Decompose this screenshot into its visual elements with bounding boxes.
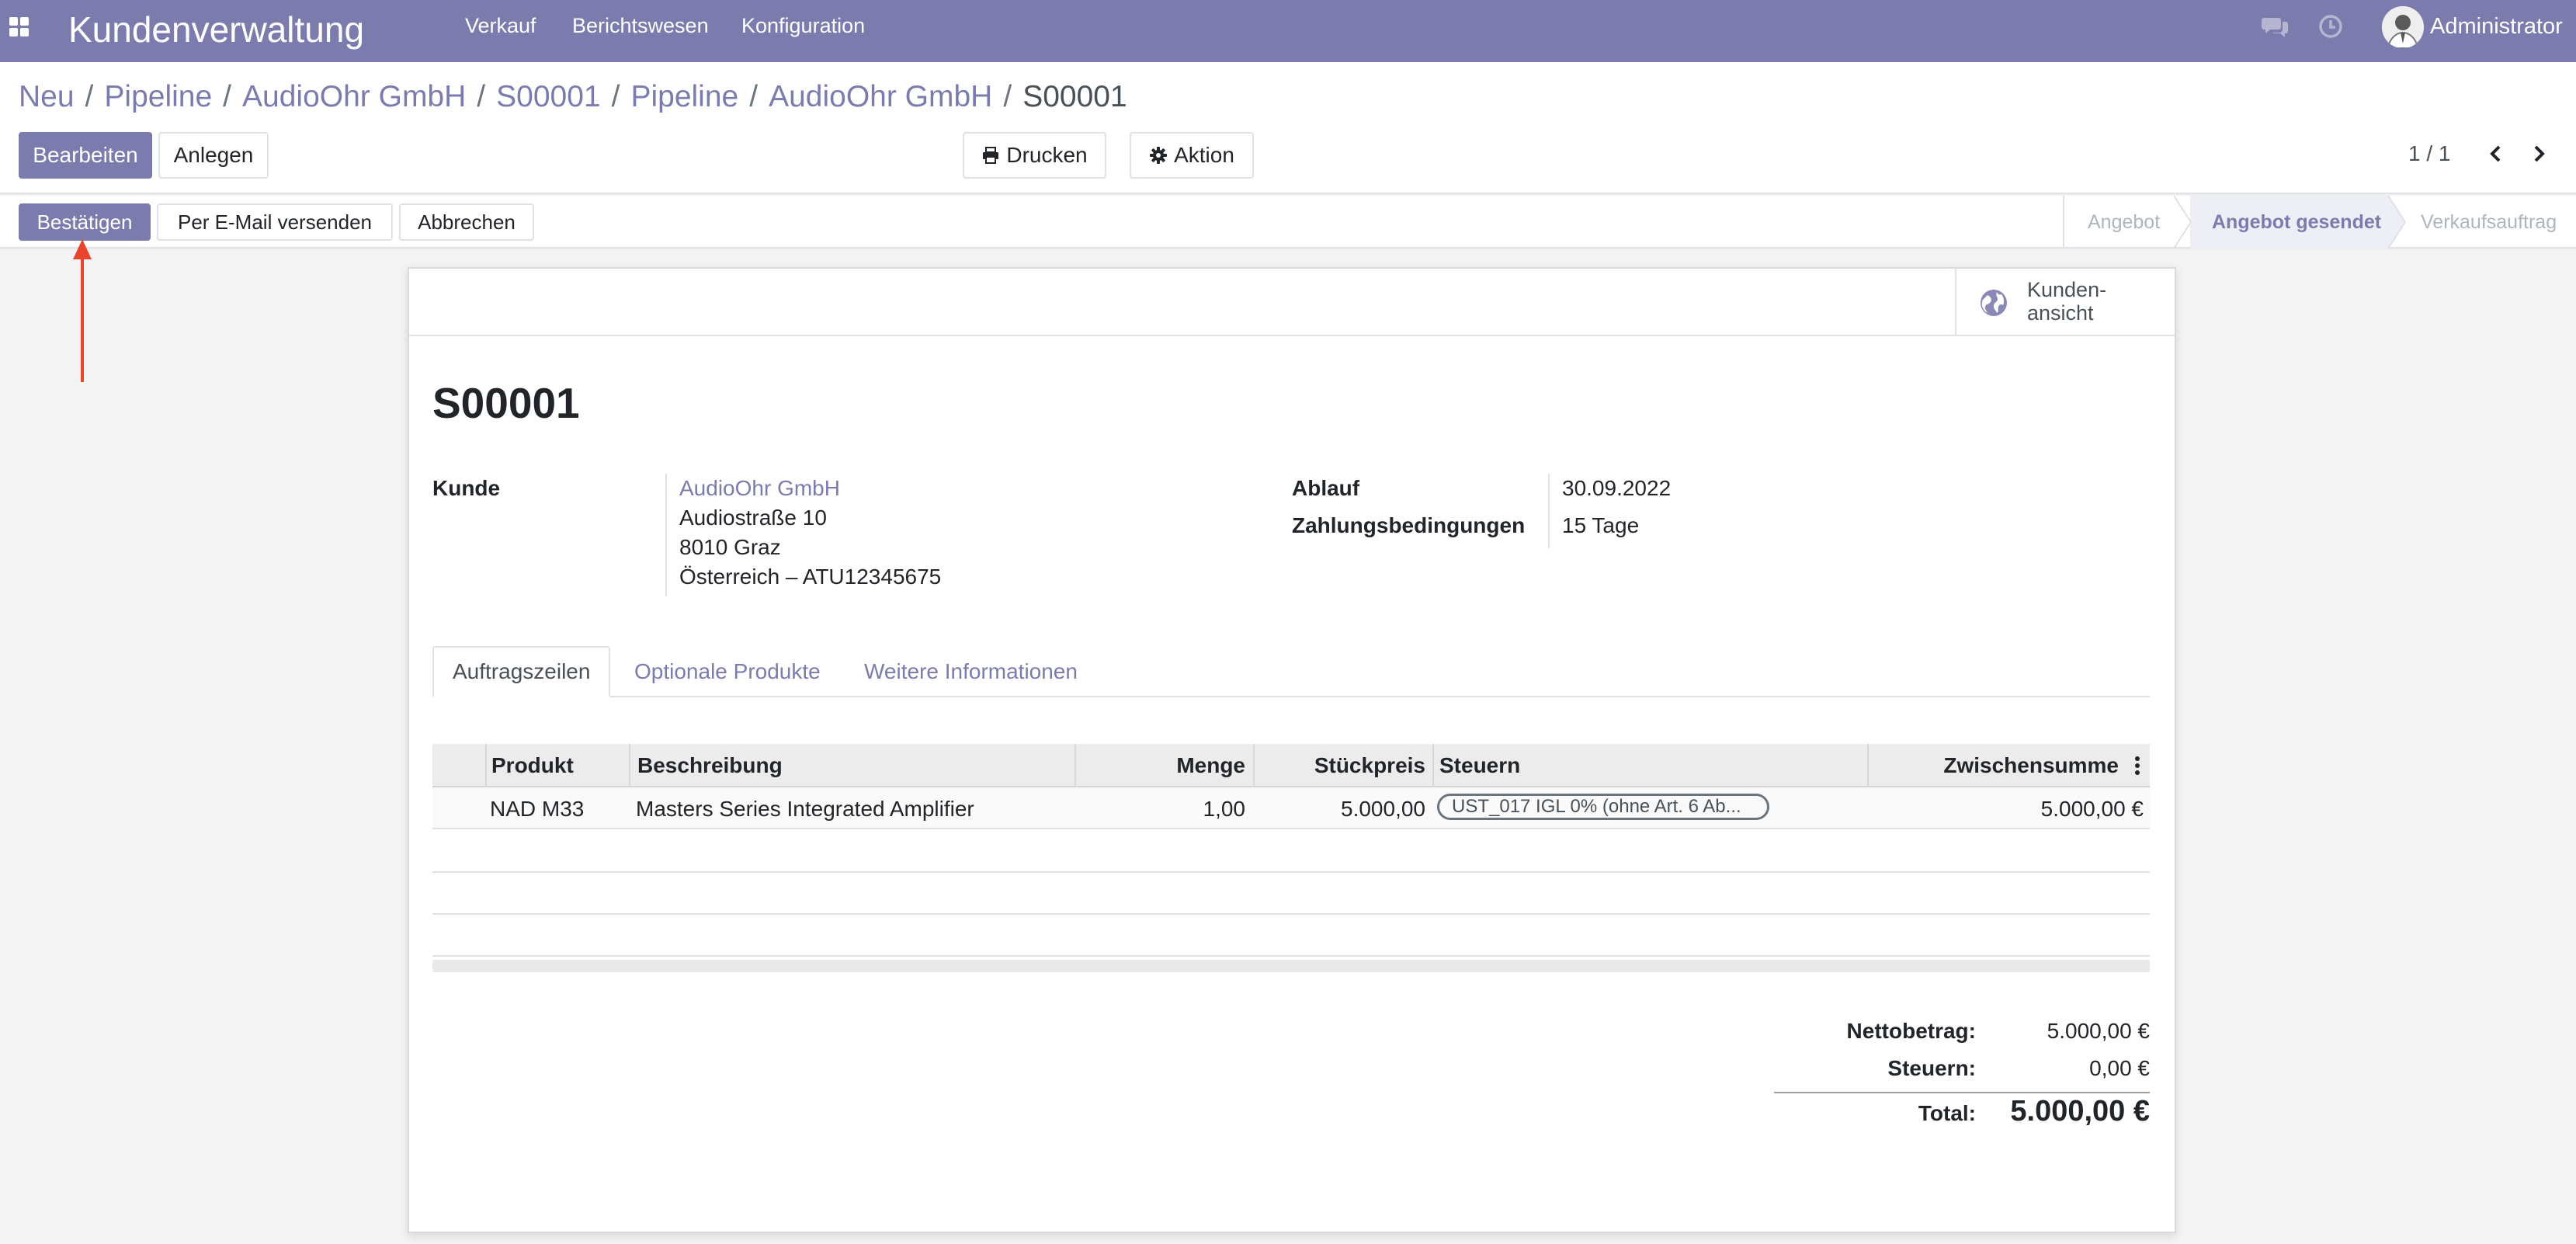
cell-product[interactable]: NAD M33 <box>490 794 584 824</box>
pager-next-icon[interactable] <box>2527 140 2550 168</box>
pager-value[interactable]: 1 / 1 <box>2408 140 2450 168</box>
customer-preview-label[interactable]: Kunden- ansicht <box>2027 278 2144 325</box>
payment-terms-field[interactable]: 15 Tage <box>1562 511 1639 540</box>
edit-button[interactable]: Bearbeiten <box>19 132 152 179</box>
column-separator <box>485 744 487 787</box>
expiry-field[interactable]: 30.09.2022 <box>1562 474 1671 503</box>
stage-chevron-icon <box>2388 196 2407 248</box>
cancel-button[interactable]: Abbrechen <box>399 203 534 241</box>
column-header-quantity[interactable]: Menge <box>1074 751 1245 780</box>
breadcrumb: Neu / Pipeline / AudioOhr GmbH / S00001/Pipeli… <box>19 80 1127 113</box>
confirm-button[interactable]: Bestätigen <box>19 203 151 241</box>
expiry-label: Ablauf <box>1292 476 1360 500</box>
breadcrumb-item[interactable]: AudioOhr GmbH <box>242 80 466 113</box>
column-header-unit-price[interactable]: Stückpreis <box>1253 751 1425 780</box>
table-footer <box>432 960 2150 972</box>
app-title[interactable]: Kundenverwaltung <box>68 6 364 53</box>
stage-chevron-icon <box>2174 196 2192 248</box>
customer-city: 8010 Graz <box>679 535 781 559</box>
cell-subtotal: 5.000,00 € <box>2040 797 2144 821</box>
annotation-arrow-icon <box>71 238 93 382</box>
clock-icon[interactable] <box>2317 12 2345 40</box>
chat-icon[interactable] <box>2262 12 2290 40</box>
customer-name-link[interactable]: AudioOhr GmbH <box>679 474 840 503</box>
breadcrumb-current: S00001 <box>1022 80 1127 113</box>
column-header-subtotal[interactable]: Zwischensumme <box>1867 751 2119 780</box>
payment-terms-label: Zahlungsbedingungen <box>1292 513 1526 537</box>
tab-order-lines[interactable]: Auftragszeilen <box>432 646 611 697</box>
gear-icon <box>1149 146 1168 165</box>
empty-row <box>432 831 2150 873</box>
send-email-button[interactable]: Per E-Mail versenden <box>157 203 393 241</box>
customer-preview-label-line1: Kunden- <box>2027 278 2107 301</box>
print-label: Drucken <box>1006 143 1088 167</box>
breadcrumb-item[interactable]: Pipeline <box>104 80 212 113</box>
order-lines-table: Produkt Beschreibung Menge Stückpreis St… <box>432 744 2150 974</box>
print-icon <box>981 146 1000 165</box>
breadcrumb-item[interactable]: AudioOhr GmbH <box>769 80 992 113</box>
empty-row <box>432 915 2150 957</box>
empty-row <box>432 873 2150 915</box>
cell-description[interactable]: Masters Series Integrated Amplifier <box>636 794 974 824</box>
tax-tag[interactable]: UST_017 IGL 0% (ohne Art. 6 Ab... <box>1437 794 1769 820</box>
cell-unit-price[interactable]: 5.000,00 <box>1253 794 1425 824</box>
column-header-product[interactable]: Produkt <box>491 751 574 780</box>
breadcrumb-item[interactable]: Pipeline <box>630 80 738 113</box>
top-navbar: Kundenverwaltung Verkauf Berichtswesen K… <box>0 0 2576 62</box>
net-amount-value: 5.000,00 € <box>2047 1019 2150 1043</box>
order-title: S00001 <box>432 379 580 427</box>
column-separator <box>1432 744 1434 787</box>
table-row[interactable]: NAD M33 Masters Series Integrated Amplif… <box>432 787 2150 829</box>
tax-amount-value: 0,00 € <box>2089 1056 2150 1080</box>
net-amount-label: Nettobetrag: <box>1846 1019 1976 1043</box>
tab-other-info[interactable]: Weitere Informationen <box>845 646 1096 697</box>
menu-item-berichtswesen[interactable]: Berichtswesen <box>572 12 709 39</box>
avatar[interactable] <box>2382 6 2424 48</box>
menu-item-verkauf[interactable]: Verkauf <box>465 12 536 39</box>
total-label: Total: <box>1918 1101 1976 1125</box>
action-button[interactable]: Aktion <box>1130 132 1254 179</box>
breadcrumb-item[interactable]: Neu <box>19 80 75 113</box>
user-name[interactable]: Administrator <box>2430 12 2563 40</box>
create-button[interactable]: Anlegen <box>158 132 269 179</box>
apps-icon[interactable] <box>9 17 31 39</box>
field-divider <box>1548 474 1550 548</box>
breadcrumb-item[interactable]: S00001 <box>496 80 600 113</box>
customer-label: Kunde <box>432 476 501 500</box>
menu-item-konfiguration[interactable]: Konfiguration <box>741 12 865 39</box>
optional-columns-icon[interactable] <box>2133 755 2142 777</box>
column-separator <box>629 744 630 787</box>
stage-quotation-sent[interactable]: Angebot gesendet <box>2190 196 2388 248</box>
tax-amount-label: Steuern: <box>1887 1056 1976 1080</box>
total-value: 5.000,00 € <box>2010 1095 2150 1128</box>
customer-street: Audiostraße 10 <box>679 506 827 530</box>
column-header-description[interactable]: Beschreibung <box>637 751 783 780</box>
customer-preview-label-line2: ansicht <box>2027 301 2094 325</box>
table-header: Produkt Beschreibung Menge Stückpreis St… <box>432 744 2150 787</box>
customer-country-vat: Österreich – ATU12345675 <box>679 565 942 589</box>
cell-quantity[interactable]: 1,00 <box>1074 794 1246 824</box>
button-box-divider <box>409 335 2175 336</box>
print-button[interactable]: Drucken <box>963 132 1106 179</box>
pager-previous-icon[interactable] <box>2484 140 2508 168</box>
stage-sales-order[interactable]: Verkaufsauftrag <box>2407 196 2576 248</box>
stage-quotation[interactable]: Angebot <box>2064 196 2190 248</box>
action-label: Aktion <box>1174 143 1234 167</box>
globe-icon <box>1980 289 2008 317</box>
column-header-taxes[interactable]: Steuern <box>1439 751 1520 780</box>
field-divider <box>665 474 667 596</box>
tab-optional-products[interactable]: Optionale Produkte <box>616 646 839 697</box>
